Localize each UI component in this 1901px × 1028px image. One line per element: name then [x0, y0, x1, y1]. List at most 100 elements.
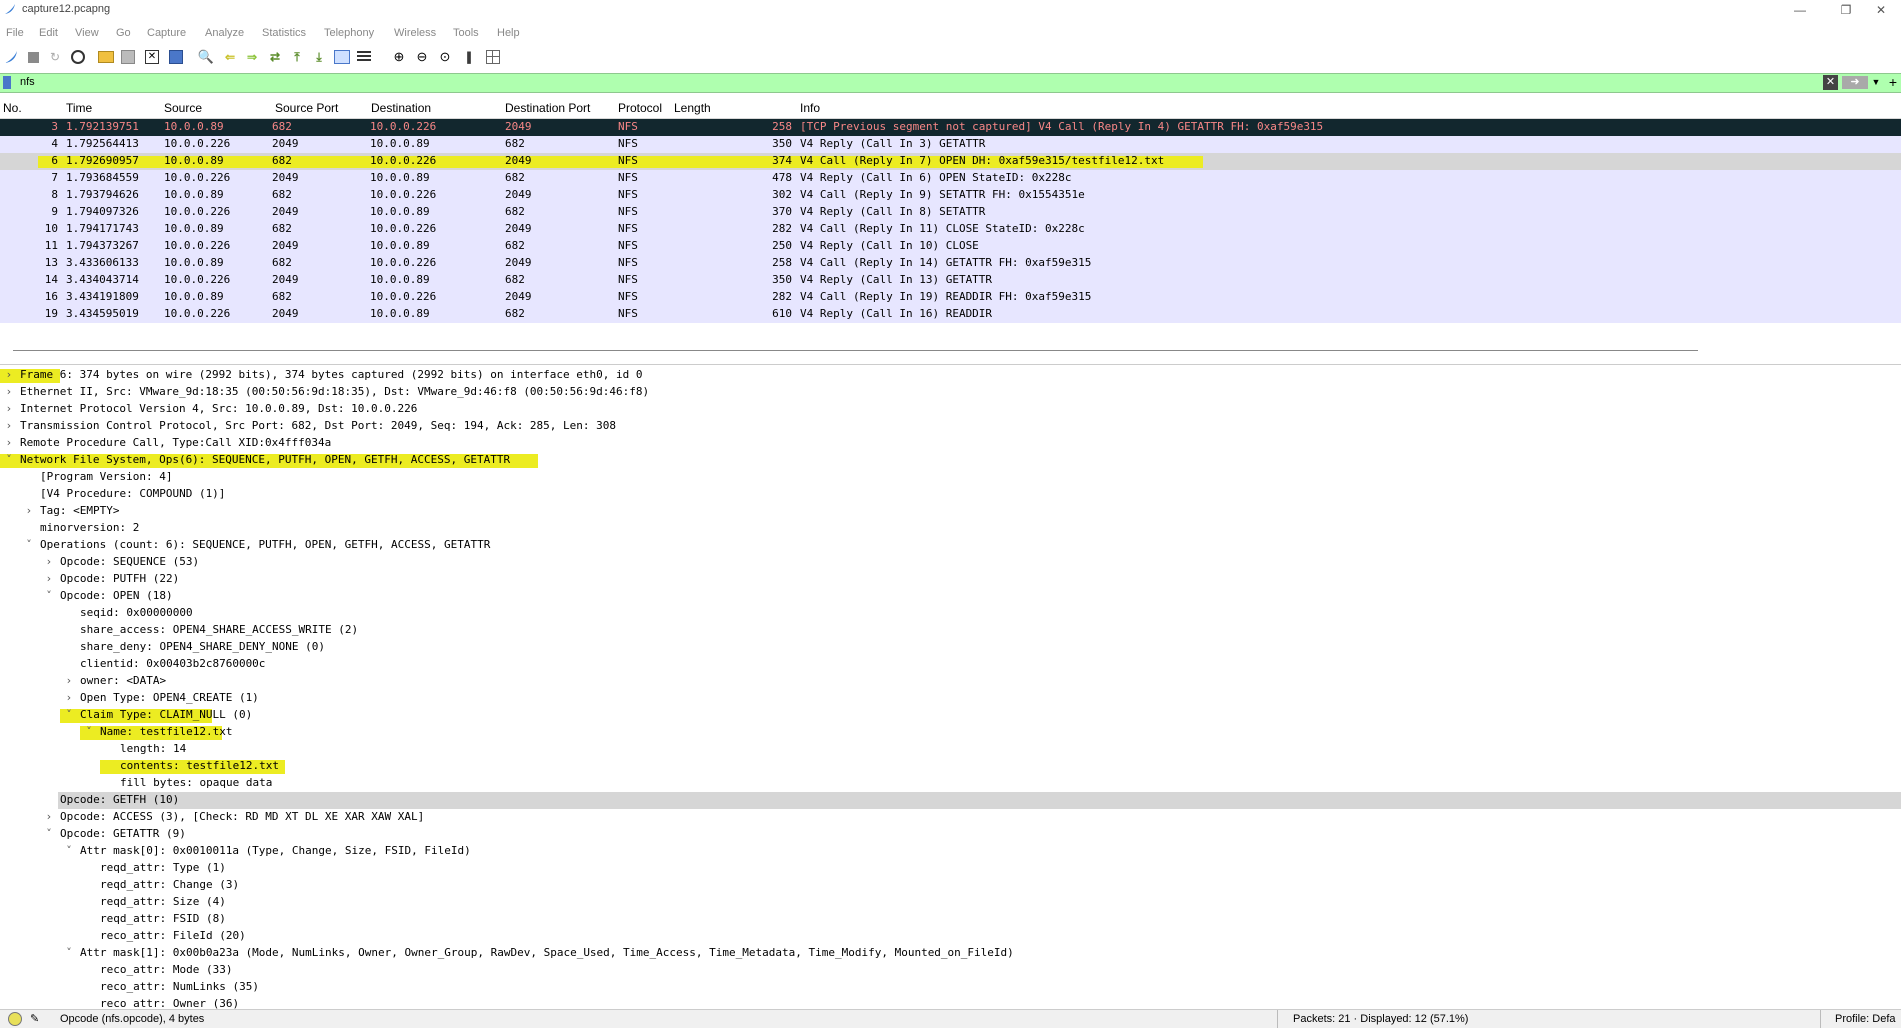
display-filter-input[interactable]: nfs	[20, 76, 35, 88]
detail-row[interactable]: ˅ Attr mask[1]: 0x00b0a23a (Mode, NumLink…	[0, 945, 1901, 962]
col-source-port[interactable]: Source Port	[275, 101, 338, 115]
detail-row[interactable]: fill bytes: opaque data	[0, 775, 1901, 792]
go-forward-icon[interactable]: ⇒	[244, 49, 260, 65]
detail-row[interactable]: › Opcode: SEQUENCE (53)	[0, 554, 1901, 571]
detail-row[interactable]: Opcode: GETFH (10)	[58, 792, 1901, 809]
colorize-icon[interactable]	[356, 49, 372, 65]
go-back-icon[interactable]: ⇐	[222, 49, 238, 65]
menu-go[interactable]: Go	[116, 27, 131, 39]
detail-row[interactable]: ˅ Name: testfile12.txt	[0, 724, 1901, 741]
layout-icon[interactable]	[485, 49, 501, 65]
profile-selector[interactable]: Profile: Defa	[1835, 1013, 1896, 1025]
add-filter-button-icon[interactable]: +	[1886, 74, 1900, 90]
detail-row[interactable]: reqd_attr: Change (3)	[0, 877, 1901, 894]
packet-row[interactable]: 8 1.793794626 10.0.0.89 682 10.0.0.226 2049 NF…	[0, 187, 1901, 204]
filter-history-chevron-down-icon[interactable]: ▼	[1868, 75, 1884, 90]
menu-edit[interactable]: Edit	[39, 27, 58, 39]
menu-statistics[interactable]: Statistics	[262, 27, 306, 39]
detail-row[interactable]: reqd_attr: Size (4)	[0, 894, 1901, 911]
detail-row[interactable]: › owner: <DATA>	[0, 673, 1901, 690]
detail-row[interactable]: [Program Version: 4]	[0, 469, 1901, 486]
col-destination-port[interactable]: Destination Port	[505, 101, 590, 115]
detail-row[interactable]: ˅ Claim Type: CLAIM_NULL (0)	[0, 707, 1901, 724]
collapse-chevron-icon[interactable]: ˅	[44, 589, 54, 602]
detail-row[interactable]: › Opcode: PUTFH (22)	[0, 571, 1901, 588]
detail-row[interactable]: contents: testfile12.txt	[0, 758, 1901, 775]
detail-row[interactable]: ˅ Attr mask[0]: 0x0010011a (Type, Change,…	[0, 843, 1901, 860]
detail-row[interactable]: › Transmission Control Protocol, Src Port…	[0, 418, 1901, 435]
detail-row[interactable]: reco_attr: FileId (20)	[0, 928, 1901, 945]
expand-chevron-icon[interactable]: ›	[4, 402, 14, 415]
expand-chevron-icon[interactable]: ›	[4, 436, 14, 449]
detail-row[interactable]: seqid: 0x00000000	[0, 605, 1901, 622]
detail-row[interactable]: reco_attr: NumLinks (35)	[0, 979, 1901, 996]
close-window-button[interactable]: ✕	[1858, 0, 1901, 20]
expand-chevron-icon[interactable]: ›	[64, 691, 74, 704]
detail-row[interactable]: › Remote Procedure Call, Type:Call XID:0x…	[0, 435, 1901, 452]
expand-chevron-icon[interactable]: ›	[44, 572, 54, 585]
detail-row[interactable]: [V4 Procedure: COMPOUND (1)]	[0, 486, 1901, 503]
detail-row[interactable]: ˅ Opcode: OPEN (18)	[0, 588, 1901, 605]
stop-capture-icon[interactable]	[25, 49, 41, 65]
zoom-out-icon[interactable]: ⊖	[414, 49, 430, 65]
go-last-icon[interactable]: ⤓	[311, 49, 327, 65]
collapse-chevron-icon[interactable]: ˅	[24, 538, 34, 551]
expand-chevron-icon[interactable]: ›	[44, 555, 54, 568]
detail-row[interactable]: › Tag: <EMPTY>	[0, 503, 1901, 520]
expand-chevron-icon[interactable]: ›	[64, 674, 74, 687]
autoscroll-icon[interactable]	[334, 49, 350, 65]
clear-filter-icon[interactable]: ✕	[1823, 75, 1838, 90]
menu-tools[interactable]: Tools	[453, 27, 479, 39]
zoom-normal-icon[interactable]: ⊙	[437, 49, 453, 65]
resize-columns-icon[interactable]: ∥	[461, 49, 477, 65]
packet-row[interactable]: 10 1.794171743 10.0.0.89 682 10.0.0.226 2049 N…	[0, 221, 1901, 238]
packet-row[interactable]: 11 1.794373267 10.0.0.226 2049 10.0.0.89 682 N…	[0, 238, 1901, 255]
restart-capture-icon[interactable]: ↻	[47, 49, 63, 65]
menu-file[interactable]: File	[6, 27, 24, 39]
detail-row[interactable]: ˅ Opcode: GETATTR (9)	[0, 826, 1901, 843]
save-file-icon[interactable]	[120, 49, 136, 65]
collapse-chevron-icon[interactable]: ˅	[64, 946, 74, 959]
pane-splitter[interactable]	[13, 350, 1698, 351]
collapse-chevron-icon[interactable]: ˅	[64, 844, 74, 857]
detail-row[interactable]: reqd_attr: FSID (8)	[0, 911, 1901, 928]
find-packet-icon[interactable]: 🔍	[198, 49, 214, 65]
go-first-icon[interactable]: ⤒	[289, 49, 305, 65]
detail-row[interactable]: share_access: OPEN4_SHARE_ACCESS_WRITE (…	[0, 622, 1901, 639]
menu-wireless[interactable]: Wireless	[394, 27, 436, 39]
packet-row[interactable]: 3 1.792139751 10.0.0.89 682 10.0.0.226 2049 NF…	[0, 119, 1901, 136]
packet-row[interactable]: 4 1.792564413 10.0.0.226 2049 10.0.0.89 682 NF…	[0, 136, 1901, 153]
menu-analyze[interactable]: Analyze	[205, 27, 244, 39]
go-to-packet-icon[interactable]: ⇄	[267, 49, 283, 65]
detail-row[interactable]: › Ethernet II, Src: VMware_9d:18:35 (00:5…	[0, 384, 1901, 401]
col-no[interactable]: No.	[3, 101, 22, 115]
menu-help[interactable]: Help	[497, 27, 520, 39]
menu-capture[interactable]: Capture	[147, 27, 186, 39]
collapse-chevron-icon[interactable]: ˅	[44, 827, 54, 840]
open-file-icon[interactable]	[98, 49, 114, 65]
packet-row[interactable]: 9 1.794097326 10.0.0.226 2049 10.0.0.89 682 NF…	[0, 204, 1901, 221]
collapse-chevron-icon[interactable]: ˅	[4, 453, 14, 466]
start-capture-icon[interactable]	[3, 49, 19, 65]
col-length[interactable]: Length	[674, 101, 711, 115]
collapse-chevron-icon[interactable]: ˅	[64, 708, 74, 721]
detail-row[interactable]: ˅ Operations (count: 6): SEQUENCE, PUTFH,…	[0, 537, 1901, 554]
menu-telephony[interactable]: Telephony	[324, 27, 374, 39]
edit-comment-icon[interactable]: ✎	[30, 1012, 39, 1025]
expert-info-icon[interactable]	[8, 1012, 22, 1026]
detail-row[interactable]: clientid: 0x00403b2c8760000c	[0, 656, 1901, 673]
detail-row[interactable]: reco_attr: Mode (33)	[0, 962, 1901, 979]
zoom-in-icon[interactable]: ⊕	[391, 49, 407, 65]
col-source[interactable]: Source	[164, 101, 202, 115]
detail-row[interactable]: › Internet Protocol Version 4, Src: 10.0.…	[0, 401, 1901, 418]
packet-row[interactable]: 14 3.434043714 10.0.0.226 2049 10.0.0.89 682 N…	[0, 272, 1901, 289]
expand-chevron-icon[interactable]: ›	[4, 419, 14, 432]
packet-row[interactable]: 7 1.793684559 10.0.0.226 2049 10.0.0.89 682 NF…	[0, 170, 1901, 187]
packet-row[interactable]: 13 3.433606133 10.0.0.89 682 10.0.0.226 2049 N…	[0, 255, 1901, 272]
close-file-icon[interactable]: ✕	[144, 49, 160, 65]
detail-row[interactable]: › Opcode: ACCESS (3), [Check: RD MD XT DL…	[0, 809, 1901, 826]
reload-file-icon[interactable]	[168, 49, 184, 65]
detail-row[interactable]: minorversion: 2	[0, 520, 1901, 537]
collapse-chevron-icon[interactable]: ˅	[84, 725, 94, 738]
col-destination[interactable]: Destination	[371, 101, 431, 115]
